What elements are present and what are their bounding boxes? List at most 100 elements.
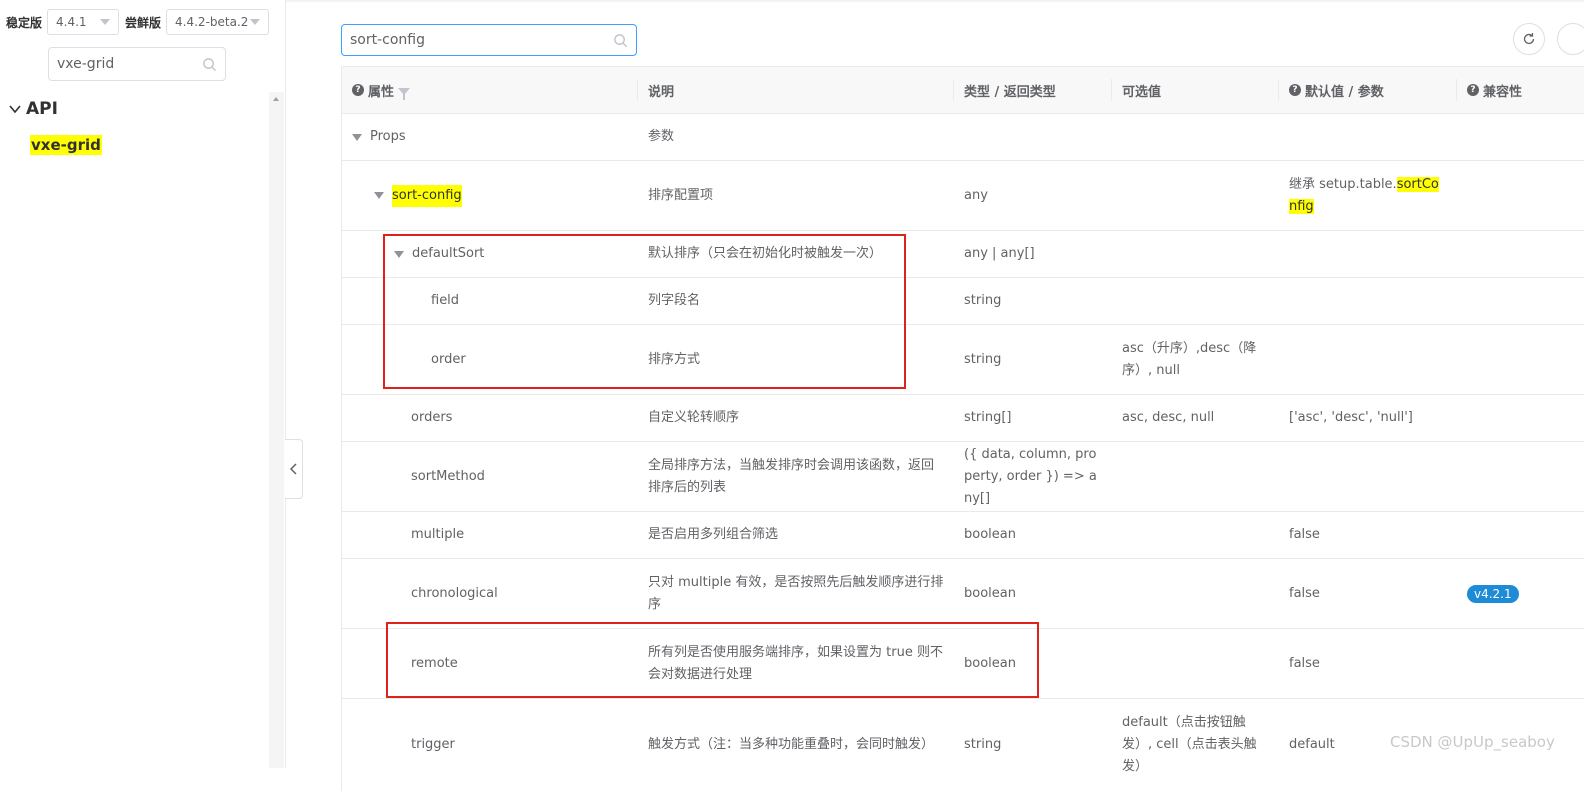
sidebar-search-value: vxe-grid — [57, 56, 115, 72]
prop-desc: 全局排序方法，当触发排序时会调用该函数，返回排序后的列表 — [648, 457, 935, 495]
expand-triangle-icon[interactable] — [374, 192, 384, 199]
table-row[interactable]: defaultSort 默认排序（只会在初始化时被触发一次） any | any… — [342, 231, 1584, 278]
sidebar-search-input[interactable]: vxe-grid — [48, 47, 226, 81]
prop-compat — [1457, 278, 1584, 324]
column-header-compat-label: 兼容性 — [1483, 84, 1523, 100]
prop-type: any — [964, 187, 988, 203]
stable-version-value: 4.4.1 — [56, 15, 87, 29]
help-icon: ? — [1289, 84, 1301, 96]
prop-desc: 只对 multiple 有效，是否按照先后触发顺序进行排序 — [648, 574, 944, 612]
stable-version-select[interactable]: 4.4.1 — [47, 9, 120, 35]
expand-triangle-icon[interactable] — [394, 250, 404, 258]
table-row[interactable]: multiple 是否启用多列组合筛选 boolean false — [342, 512, 1584, 559]
watermark: CSDN @UpUp_seaboy — [1390, 733, 1555, 751]
prop-options — [1112, 161, 1279, 230]
version-selectors: 稳定版 4.4.1 尝鲜版 4.4.2-beta.2 — [6, 9, 275, 35]
prop-options — [1112, 231, 1279, 277]
search-icon — [203, 57, 217, 71]
prop-compat — [1457, 161, 1584, 230]
column-header-compat: ? 兼容性 — [1457, 67, 1584, 113]
prop-default: false — [1289, 655, 1320, 671]
prop-name: orders — [411, 410, 453, 425]
sidebar-scrollbar[interactable] — [269, 92, 284, 768]
prop-desc: 自定义轮转顺序 — [648, 410, 740, 425]
prop-type: boolean — [964, 585, 1016, 601]
table-row[interactable]: order 排序方式 string asc（升序）,desc（降序）, null — [342, 325, 1584, 395]
column-header-options: 可选值 — [1112, 67, 1279, 113]
prop-default: false — [1289, 527, 1320, 542]
prop-type: boolean — [964, 655, 1016, 671]
tree-node-api[interactable]: API — [8, 99, 58, 119]
prop-default — [1279, 325, 1457, 394]
tree-node-vxe-grid[interactable]: vxe-grid — [30, 135, 102, 155]
chevron-down-icon — [250, 19, 261, 25]
column-header-prop[interactable]: ? 属性 — [342, 67, 638, 113]
column-header-desc: 说明 — [638, 67, 954, 113]
prop-name: chronological — [411, 585, 498, 601]
table-row[interactable]: Props 参数 — [342, 114, 1584, 161]
prop-desc: 参数 — [648, 129, 675, 144]
collapse-sidebar-button[interactable] — [285, 439, 303, 499]
table-row[interactable]: sort-config 排序配置项 any 继承 setup.table.sor… — [342, 161, 1584, 231]
refresh-button[interactable] — [1513, 23, 1545, 55]
prop-options — [1112, 629, 1279, 698]
prop-options — [1112, 442, 1279, 511]
prop-name: trigger — [411, 737, 455, 752]
prop-type: string — [964, 351, 1002, 367]
prop-type: string[] — [964, 410, 1012, 425]
prop-compat — [1457, 512, 1584, 558]
prop-compat — [1457, 442, 1584, 511]
prop-name: field — [431, 293, 460, 308]
beta-version-select[interactable]: 4.4.2-beta.2 — [166, 9, 270, 35]
help-icon: ? — [352, 84, 364, 96]
chevron-down-icon — [9, 105, 21, 114]
table-row[interactable]: field 列字段名 string — [342, 278, 1584, 325]
prop-name: Props — [370, 129, 406, 144]
prop-default: 继承 setup.table.sortConfig — [1279, 161, 1457, 230]
prop-desc: 排序方式 — [648, 351, 701, 367]
prop-default: ['asc', 'desc', 'null'] — [1289, 410, 1413, 425]
chevron-down-icon — [100, 19, 111, 25]
prop-desc: 所有列是否使用服务端排序，如果设置为 true 则不会对数据进行处理 — [648, 644, 943, 682]
prop-type — [954, 114, 1112, 160]
expand-triangle-icon[interactable] — [352, 133, 362, 141]
api-search-input[interactable]: sort-config — [341, 24, 637, 56]
prop-type: string — [964, 293, 1002, 308]
beta-version-value: 4.4.2-beta.2 — [175, 15, 249, 29]
column-header-default: ? 默认值 / 参数 — [1279, 67, 1457, 113]
prop-options — [1112, 512, 1279, 558]
prop-options — [1112, 114, 1279, 160]
prop-default — [1279, 442, 1457, 511]
prop-name: order — [431, 351, 466, 367]
table-row[interactable]: sortMethod 全局排序方法，当触发排序时会调用该函数，返回排序后的列表 … — [342, 442, 1584, 512]
column-header-options-label: 可选值 — [1122, 84, 1162, 100]
column-header-prop-label: 属性 — [368, 84, 395, 100]
stable-version-label: 稳定版 — [6, 15, 43, 30]
tree-node-api-label: API — [26, 99, 58, 119]
prop-desc: 触发方式（注：当多种功能重叠时，会同时触发） — [648, 737, 935, 752]
prop-desc: 默认排序（只会在初始化时被触发一次） — [648, 246, 883, 261]
prop-compat — [1457, 114, 1584, 160]
prop-compat — [1457, 395, 1584, 441]
search-icon — [614, 33, 628, 47]
prop-name-cell: Props — [342, 114, 638, 160]
prop-desc: 排序配置项 — [648, 187, 714, 203]
prop-compat — [1457, 231, 1584, 277]
prop-default: false — [1289, 585, 1320, 601]
sidebar: 稳定版 4.4.1 尝鲜版 4.4.2-beta.2 vxe-grid API … — [0, 0, 286, 768]
table-row[interactable]: chronological 只对 multiple 有效，是否按照先后触发顺序进… — [342, 559, 1584, 629]
toolbar-button[interactable] — [1557, 23, 1584, 55]
table-row[interactable]: orders 自定义轮转顺序 string[] asc, desc, null … — [342, 395, 1584, 442]
filter-icon[interactable] — [398, 88, 411, 100]
prop-type: ({ data, column, property, order }) => a… — [964, 446, 1097, 506]
column-header-default-label: 默认值 / 参数 — [1305, 84, 1384, 100]
prop-name: sortMethod — [411, 468, 485, 484]
table-row[interactable]: remote 所有列是否使用服务端排序，如果设置为 true 则不会对数据进行处… — [342, 629, 1584, 699]
prop-name: remote — [411, 655, 458, 671]
prop-default — [1279, 278, 1457, 324]
prop-default — [1279, 231, 1457, 277]
prop-name: multiple — [411, 527, 465, 542]
prop-name-cell: defaultSort — [342, 231, 638, 277]
prop-options: asc（升序）,desc（降序）, null — [1122, 340, 1257, 378]
prop-compat — [1457, 325, 1584, 394]
